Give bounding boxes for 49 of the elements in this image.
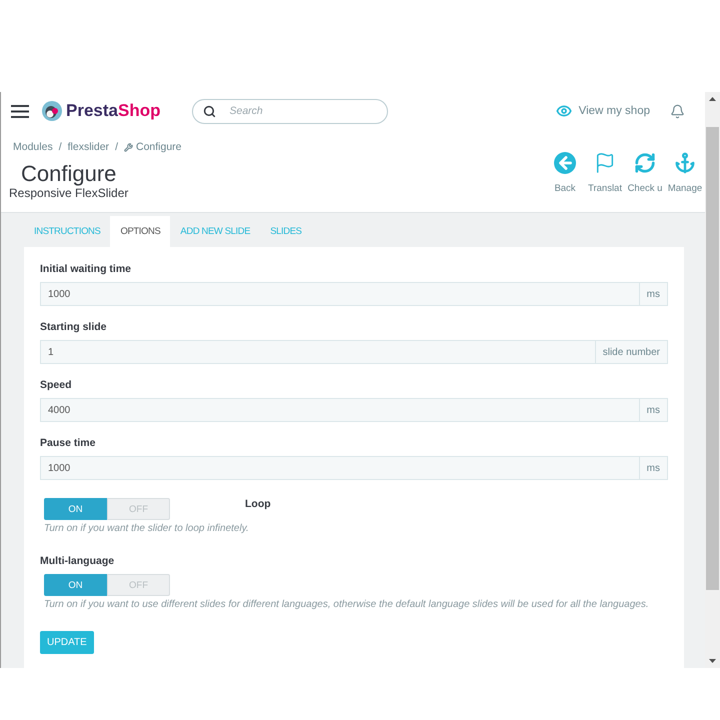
field-label: Speed [40, 379, 73, 391]
field-label: Pause time [40, 437, 96, 449]
field-label: Multi-language [40, 555, 116, 567]
toolbar-button[interactable]: Check u [625, 152, 665, 196]
search-field[interactable]: Search [192, 98, 388, 124]
refresh-icon [634, 152, 656, 174]
breadcrumb-link[interactable]: flexslider [68, 141, 110, 153]
anchor-icon [674, 152, 696, 174]
input-addon: slide number [596, 340, 668, 364]
view-shop-link[interactable]: View my shop [556, 103, 650, 119]
breadcrumb-link[interactable]: Modules [13, 141, 53, 153]
update-button[interactable]: UPDATE [40, 631, 94, 654]
input-addon: ms [640, 398, 668, 422]
scroll-up-icon[interactable] [709, 97, 716, 101]
flag-icon [594, 152, 616, 174]
breadcrumb-current: Configure [136, 141, 182, 153]
scrollbar-thumb[interactable] [706, 127, 719, 590]
input-addon: ms [640, 282, 668, 306]
input-field[interactable]: 1 [40, 340, 596, 364]
notifications-bell-icon[interactable] [670, 104, 685, 118]
scroll-down-icon[interactable] [709, 659, 716, 663]
input-field[interactable]: 4000 [40, 398, 640, 422]
help-text: Turn on if you want the slider to loop infinetely. [43, 523, 250, 535]
help-text: Turn on if you want to use different slides for different languages, otherwise the default language slides will be used for all the languages. [43, 599, 650, 611]
field-label: Starting slide [40, 321, 108, 333]
toolbar-button[interactable]: Translat [585, 152, 625, 196]
field-label: Loop [245, 498, 271, 510]
toolbar-button[interactable]: Manage [665, 152, 705, 196]
logo-icon [42, 101, 62, 121]
breadcrumb-separator: / [115, 141, 118, 153]
toolbar-button[interactable]: Back [545, 152, 585, 196]
search-icon [203, 104, 216, 118]
eye-icon [556, 103, 572, 119]
tab[interactable]: ADD NEW SLIDE [170, 216, 260, 247]
input-field[interactable]: 1000 [40, 456, 640, 480]
switch-on-option[interactable]: ON [44, 498, 107, 520]
menu-icon[interactable] [11, 104, 29, 118]
tab[interactable]: OPTIONS [110, 216, 170, 247]
tab[interactable]: INSTRUCTIONS [24, 216, 110, 247]
wrench-icon [124, 142, 133, 152]
page-title: Configure [20, 162, 118, 186]
input-field[interactable]: 1000 [40, 282, 640, 306]
page-subtitle: Responsive FlexSlider [8, 186, 130, 200]
switch-on-option[interactable]: ON [44, 574, 107, 596]
breadcrumb-separator: / [58, 141, 62, 153]
tab[interactable]: SLIDES [260, 216, 312, 247]
input-addon: ms [640, 456, 668, 480]
field-label: Initial waiting time [40, 263, 132, 275]
logo-text: PrestaShop [66, 101, 160, 121]
